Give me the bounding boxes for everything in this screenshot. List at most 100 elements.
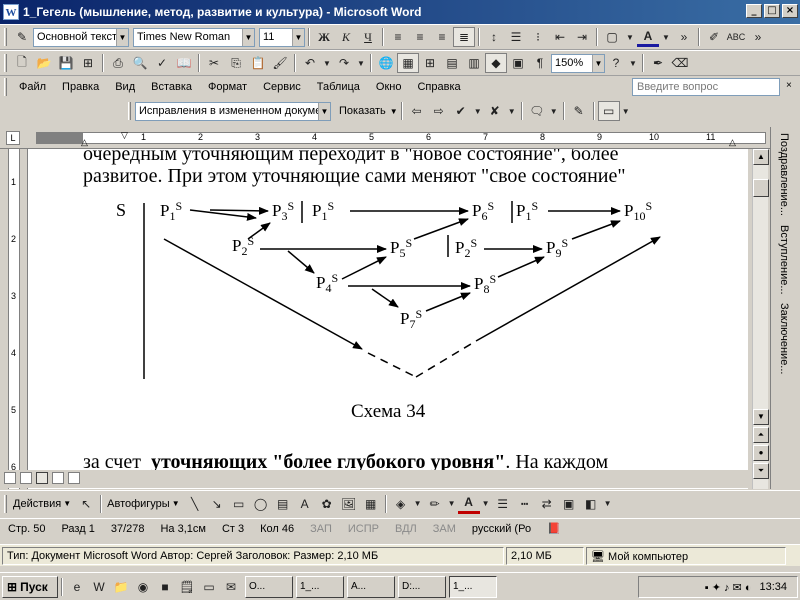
chevron-down-icon[interactable]: ▼: [659, 27, 673, 47]
word-app-icon[interactable]: W: [3, 4, 19, 20]
arrow-tool-icon[interactable]: ↘: [206, 494, 228, 514]
next-change-icon[interactable]: ⇨: [428, 101, 450, 121]
research-icon[interactable]: 📖: [173, 53, 195, 73]
font-select[interactable]: Times New Roman ▼: [133, 27, 255, 47]
previous-page-icon[interactable]: ⏶: [753, 427, 769, 443]
highlight-icon[interactable]: ✐: [703, 27, 725, 47]
toolbar-grip[interactable]: [128, 102, 131, 120]
accept-change-icon[interactable]: ✔: [450, 101, 472, 121]
arrow-style-icon[interactable]: ⇄: [536, 494, 558, 514]
display-for-review-select[interactable]: Исправления в измененном документе ▼: [135, 101, 331, 121]
tables-borders-icon[interactable]: ▦: [397, 53, 419, 73]
docmap-item-conclusion[interactable]: Заключение...: [778, 303, 790, 374]
scroll-down-icon[interactable]: ▼: [753, 409, 769, 425]
redo-icon[interactable]: ↷: [333, 53, 355, 73]
browse-object-icon[interactable]: ●: [753, 445, 769, 461]
chevron-down-icon[interactable]: ▼: [506, 101, 518, 121]
drawing-icon[interactable]: ◆: [485, 53, 507, 73]
toolbar-grip[interactable]: [4, 54, 7, 72]
oval-tool-icon[interactable]: ◯: [250, 494, 272, 514]
insert-excel-icon[interactable]: ▤: [441, 53, 463, 73]
show-menu-button[interactable]: Показать: [335, 105, 390, 117]
vertical-scrollbar[interactable]: ▲ ▼ ⏶ ● ⏷: [752, 149, 769, 489]
document-page[interactable]: очередным уточняющим переходит в "новое …: [28, 149, 748, 489]
undo-icon[interactable]: ↶: [299, 53, 321, 73]
toolbar-grip[interactable]: [4, 28, 7, 46]
open-folder-icon[interactable]: 📂: [33, 53, 55, 73]
bullets-icon[interactable]: ⁝: [527, 27, 549, 47]
taskbar-item[interactable]: О...: [245, 575, 293, 598]
diagram-icon[interactable]: ✿: [316, 494, 338, 514]
chevron-down-icon[interactable]: ▼: [472, 101, 484, 121]
size-select[interactable]: 11 ▼: [259, 27, 305, 47]
menu-insert[interactable]: Вставка: [143, 81, 200, 93]
chevron-down-icon[interactable]: ▼: [592, 54, 604, 72]
next-page-icon[interactable]: ⏷: [753, 463, 769, 479]
rectangle-tool-icon[interactable]: ▭: [228, 494, 250, 514]
chevron-down-icon[interactable]: ▼: [623, 27, 637, 47]
italic-button[interactable]: К: [335, 27, 357, 47]
print-layout-view-icon[interactable]: [36, 472, 48, 484]
docmap-item-greeting[interactable]: Поздравление...: [778, 133, 790, 216]
previous-change-icon[interactable]: ⇦: [406, 101, 428, 121]
taskbar-item[interactable]: А...: [347, 575, 395, 598]
line-color-icon[interactable]: ✏: [424, 494, 446, 514]
toolbar-options-icon[interactable]: »: [673, 27, 695, 47]
desktop-icon[interactable]: ▭: [198, 577, 220, 597]
status-overtype[interactable]: ЗАМ: [425, 523, 464, 535]
media-icon[interactable]: ◉: [132, 577, 154, 597]
borders-icon[interactable]: ▢: [601, 27, 623, 47]
tray-icons[interactable]: ▪ ✦ ♪ ✉ ◐: [705, 581, 752, 594]
minimize-button[interactable]: _: [746, 4, 762, 18]
word-quicklaunch-icon[interactable]: W: [88, 577, 110, 597]
align-right-icon[interactable]: ≡: [431, 27, 453, 47]
wordart-icon[interactable]: A: [294, 494, 316, 514]
toolbar-options-icon[interactable]: »: [747, 27, 769, 47]
status-extend[interactable]: ВДЛ: [387, 523, 425, 535]
shadow-style-icon[interactable]: ▣: [558, 494, 580, 514]
normal-view-icon[interactable]: [4, 472, 16, 484]
scroll-up-icon[interactable]: ▲: [753, 149, 769, 165]
menu-view[interactable]: Вид: [107, 81, 143, 93]
spelling-icon[interactable]: ABC: [725, 27, 747, 47]
print-preview-icon[interactable]: 🔍: [129, 53, 151, 73]
new-document-icon[interactable]: 🗋: [11, 53, 33, 73]
menu-table[interactable]: Таблица: [309, 81, 368, 93]
styles-pane-icon[interactable]: ✎: [11, 27, 33, 47]
columns-icon[interactable]: ▥: [463, 53, 485, 73]
chevron-down-icon[interactable]: ▼: [292, 28, 304, 46]
textbox-tool-icon[interactable]: ▤: [272, 494, 294, 514]
chevron-down-icon[interactable]: ▼: [318, 102, 330, 120]
font-color-icon[interactable]: A: [637, 27, 659, 47]
spelling-status-icon[interactable]: 📕: [539, 522, 569, 535]
autoshapes-menu[interactable]: Автофигуры: [105, 498, 172, 510]
app-red-icon[interactable]: ■: [154, 577, 176, 597]
justify-icon[interactable]: ≣: [453, 27, 475, 47]
explorer-icon[interactable]: 📁: [110, 577, 132, 597]
draw-actions-menu[interactable]: Действия: [11, 498, 63, 510]
toolbar-grip[interactable]: [4, 78, 7, 96]
chevron-down-icon[interactable]: ▼: [355, 53, 367, 73]
3d-style-icon[interactable]: ◧: [580, 494, 602, 514]
status-track[interactable]: ИСПР: [340, 523, 387, 535]
bold-button[interactable]: Ж: [313, 27, 335, 47]
spelling-check-icon[interactable]: ✓: [151, 53, 173, 73]
eraser-icon[interactable]: ⌫: [669, 53, 691, 73]
menu-tools[interactable]: Сервис: [255, 81, 309, 93]
docmap-item-intro[interactable]: Вступление...: [778, 225, 790, 295]
menu-file[interactable]: Файл: [11, 81, 54, 93]
menu-help[interactable]: Справка: [409, 81, 468, 93]
outline-view-icon[interactable]: [52, 472, 64, 484]
taskbar-item-active[interactable]: 1_...: [449, 575, 497, 598]
line-tool-icon[interactable]: ╲: [184, 494, 206, 514]
chevron-down-icon[interactable]: ▼: [627, 53, 639, 73]
chevron-down-icon[interactable]: ▼: [548, 101, 560, 121]
hyperlink-icon[interactable]: 🌐: [375, 53, 397, 73]
web-view-icon[interactable]: [20, 472, 32, 484]
font-color-draw-icon[interactable]: A: [457, 494, 480, 514]
copy-icon[interactable]: ⎘: [225, 53, 247, 73]
increase-indent-icon[interactable]: ⇥: [571, 27, 593, 47]
help-icon[interactable]: ?: [605, 53, 627, 73]
reading-view-icon[interactable]: [68, 472, 80, 484]
document-map-icon[interactable]: ▣: [507, 53, 529, 73]
